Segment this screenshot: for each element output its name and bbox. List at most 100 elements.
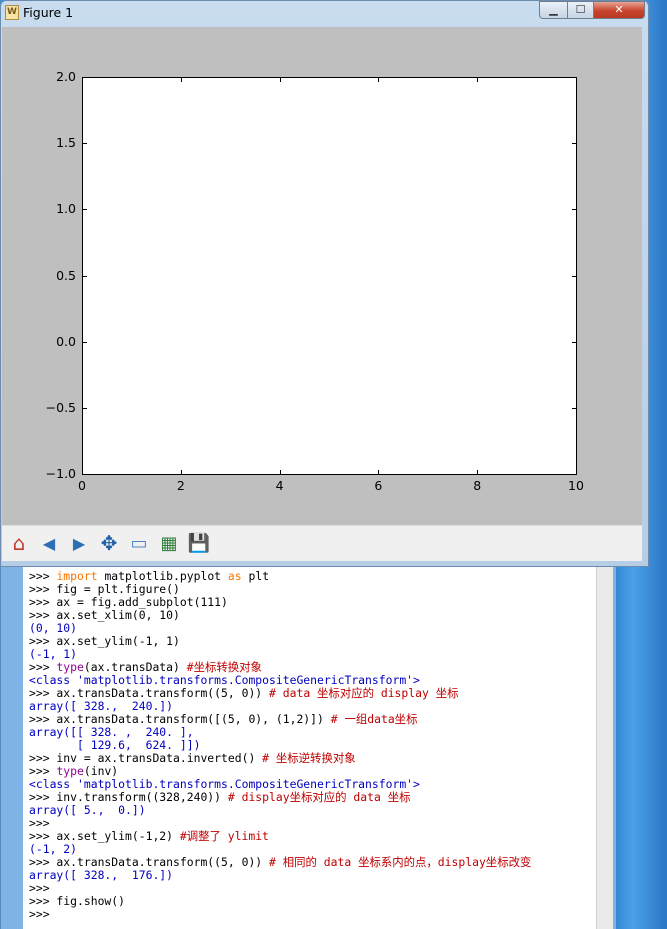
shell-token: <class 'matplotlib.transforms.CompositeG…: [29, 673, 420, 687]
shell-token: >>>: [29, 764, 57, 778]
axes-area[interactable]: [82, 77, 577, 475]
shell-token: >>> ax = fig.add_subplot(111): [29, 595, 228, 609]
shell-token: type: [56, 764, 84, 778]
subplots-button[interactable]: ▦: [156, 530, 182, 557]
x-tick-label: 10: [568, 478, 584, 493]
shell-token: # data 坐标对应的 display 坐标: [269, 686, 459, 700]
shell-token: >>> ax.set_xlim(0, 10): [29, 608, 180, 622]
shell-scrollbar[interactable]: [596, 560, 613, 929]
python-shell-window[interactable]: >>> import matplotlib.pyplot as plt >>> f…: [0, 560, 616, 929]
shell-token: matplotlib.pyplot: [97, 569, 228, 583]
x-tick-mark: [378, 470, 380, 475]
title-bar[interactable]: W Figure 1 ▁ ☐ ✕: [1, 1, 648, 27]
y-tick-label: 2.0: [56, 69, 76, 84]
x-tick-mark: [180, 77, 182, 82]
shell-token: >>> ax.transData.transform((5, 0)): [29, 855, 270, 869]
shell-token: >>> ax.transData.transform((5, 0)): [29, 686, 270, 700]
shell-token: >>> ax.set_ylim(-1,2): [29, 829, 180, 843]
y-tick-label: 1.0: [56, 201, 76, 217]
close-icon: ✕: [614, 3, 624, 16]
subplots-icon: ▦: [160, 533, 178, 554]
shell-token: >>>: [29, 907, 50, 921]
shell-token: #坐标转换对象: [186, 660, 262, 674]
shell-line: >>> ax.set_xlim(0, 10): [29, 609, 531, 622]
x-tick-mark: [279, 470, 281, 475]
y-tick-label: 0.5: [56, 267, 76, 283]
shell-token: >>>: [29, 816, 50, 830]
minimize-button[interactable]: ▁: [539, 1, 568, 19]
y-tick-mark: [572, 209, 577, 211]
y-tick-label: −0.5: [45, 399, 76, 415]
shell-token: >>> ax.transData.transform([(5, 0), (1,2…: [29, 712, 331, 726]
forward-arrow-icon: ▶: [72, 534, 86, 553]
y-tick-mark: [82, 77, 87, 78]
shell-output[interactable]: >>> import matplotlib.pyplot as plt >>> f…: [29, 570, 531, 921]
shell-token: >>> fig = plt.figure(): [29, 582, 180, 596]
window-title: Figure 1: [23, 5, 74, 20]
x-tick-mark: [378, 77, 380, 82]
y-tick-mark: [82, 275, 87, 277]
shell-token: >>> inv.transform((328,240)): [29, 790, 228, 804]
minimize-icon: ▁: [549, 3, 558, 16]
back-arrow-icon: ◀: [42, 534, 56, 553]
zoom-button[interactable]: ▭: [126, 530, 152, 557]
y-tick-mark: [572, 341, 577, 343]
shell-token: >>> ax.set_ylim(-1, 1): [29, 634, 180, 648]
back-button[interactable]: ◀: [36, 530, 62, 557]
x-tick-mark: [477, 470, 479, 475]
shell-token: type: [56, 660, 84, 674]
shell-token: # 坐标逆转换对象: [262, 751, 356, 765]
shell-text-area[interactable]: >>> import matplotlib.pyplot as plt >>> f…: [23, 560, 596, 929]
shell-token: # 一组data坐标: [330, 712, 418, 726]
shell-token: (0, 10): [29, 621, 78, 635]
x-tick-label: 6: [374, 478, 383, 493]
shell-token: [ 129.6, 624. ]]): [29, 738, 201, 752]
maximize-icon: ☐: [575, 3, 586, 16]
shell-line: array([ 328., 176.]): [29, 869, 531, 882]
y-tick-mark: [82, 474, 87, 475]
shell-token: >>>: [29, 881, 50, 895]
y-tick-mark: [572, 77, 577, 78]
save-icon: 💾: [187, 533, 211, 554]
shell-token: #调整了 ylimit: [179, 829, 269, 843]
shell-token: plt: [241, 569, 270, 583]
shell-token: (ax.transData): [83, 660, 187, 674]
matplotlib-icon: W: [5, 5, 19, 20]
shell-line: array([ 5., 0.]): [29, 804, 531, 817]
shell-token: <class 'matplotlib.transforms.CompositeG…: [29, 777, 420, 791]
navigation-toolbar: ⌂ ◀ ▶ ✥ ▭ ▦ 💾: [2, 525, 642, 561]
home-button[interactable]: ⌂: [6, 530, 32, 557]
close-button[interactable]: ✕: [593, 1, 645, 19]
y-tick-mark: [572, 407, 577, 409]
forward-button[interactable]: ▶: [66, 530, 92, 557]
shell-token: >>>: [29, 660, 57, 674]
y-tick-mark: [82, 209, 87, 211]
x-tick-mark: [279, 77, 281, 82]
shell-token: as: [227, 569, 242, 583]
y-tick-mark: [82, 341, 87, 343]
shell-token: array([ 5., 0.]): [29, 803, 146, 817]
maximize-button[interactable]: ☐: [567, 1, 594, 19]
x-tick-label: 8: [473, 478, 482, 493]
save-button[interactable]: 💾: [186, 530, 212, 557]
shell-token: (inv): [83, 764, 119, 778]
figure-window[interactable]: W Figure 1 ▁ ☐ ✕ 0 2 4 6 8 10 2.0 1.5 1.0 0.5 0.0−…: [0, 0, 649, 567]
pan-icon: ✥: [100, 531, 118, 555]
zoom-icon: ▭: [130, 533, 148, 554]
shell-token: >>> inv = ax.transData.inverted(): [29, 751, 263, 765]
shell-token: array([ 328., 176.]): [29, 868, 174, 882]
y-tick-mark: [572, 474, 577, 475]
shell-token: array([[ 328. , 240. ],: [29, 725, 194, 739]
y-tick-mark: [572, 275, 577, 277]
shell-token: >>> fig.show(): [29, 894, 126, 908]
shell-line: >>> ax.set_ylim(-1, 1): [29, 635, 531, 648]
shell-token: # 相同的 data 坐标系内的点，display坐标改变: [269, 855, 532, 869]
shell-line: >>> ax.set_ylim(-1,2) #调整了 ylimit: [29, 830, 531, 843]
x-tick-label: 2: [176, 478, 185, 493]
pan-button[interactable]: ✥: [96, 530, 122, 557]
y-tick-mark: [82, 143, 87, 145]
shell-line: >>>: [29, 908, 531, 921]
y-tick-mark: [82, 407, 87, 409]
shell-token: array([ 328., 240.]): [29, 699, 174, 713]
shell-token: (-1, 1): [29, 647, 78, 661]
